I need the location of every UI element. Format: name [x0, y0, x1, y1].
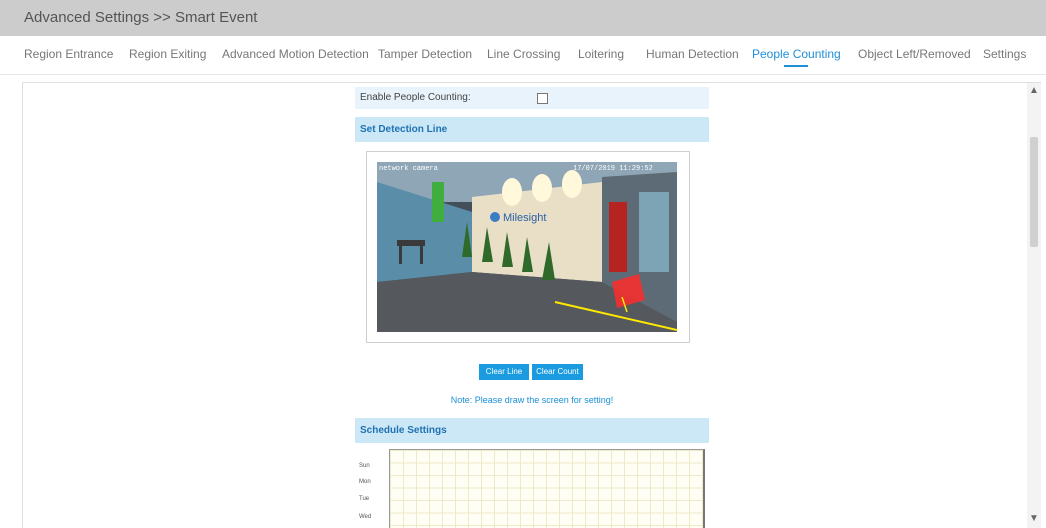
- detection-line-heading: Set Detection Line: [360, 124, 448, 135]
- scroll-down-icon[interactable]: ▼: [1029, 513, 1039, 525]
- tab-region-entrance[interactable]: Region Entrance: [24, 47, 113, 61]
- svg-text:17/07/2019 11:29:52: 17/07/2019 11:29:52: [573, 165, 653, 173]
- content-panel: Enable People Counting: Set Detection Li…: [22, 82, 1041, 528]
- svg-text:Milesight: Milesight: [503, 212, 546, 224]
- clear-count-button[interactable]: Clear Count: [532, 364, 583, 380]
- day-label: Sun: [359, 463, 370, 469]
- tab-loitering[interactable]: Loitering: [578, 47, 624, 61]
- tab-human-detection[interactable]: Human Detection: [646, 47, 739, 61]
- clear-line-button[interactable]: Clear Line: [479, 364, 529, 380]
- tab-bar: Region Entrance Region Exiting Advanced …: [0, 36, 1046, 75]
- schedule-grid[interactable]: [389, 449, 705, 528]
- tab-line-crossing[interactable]: Line Crossing: [487, 47, 560, 61]
- vertical-scrollbar[interactable]: ▲ ▼: [1027, 83, 1041, 528]
- enable-label: Enable People Counting:: [360, 92, 471, 103]
- enable-checkbox[interactable]: [537, 93, 548, 104]
- schedule-heading: Schedule Settings: [360, 425, 447, 436]
- scroll-thumb[interactable]: [1030, 137, 1038, 247]
- svg-text:network camera: network camera: [379, 165, 438, 173]
- schedule-section: Schedule Settings: [355, 418, 709, 443]
- detection-line-section: Set Detection Line: [355, 117, 709, 142]
- tab-settings[interactable]: Settings: [983, 47, 1026, 61]
- draw-note: Note: Please draw the screen for setting…: [450, 395, 614, 405]
- tab-tamper-detection[interactable]: Tamper Detection: [378, 47, 472, 61]
- day-label: Mon: [359, 479, 371, 485]
- page-title: Advanced Settings >> Smart Event: [24, 9, 258, 26]
- camera-preview[interactable]: Milesight network camera 17/07/2019 11:2…: [377, 162, 677, 332]
- schedule-grid-area: Sun Mon Tue Wed: [359, 449, 705, 528]
- title-bar: Advanced Settings >> Smart Event: [0, 0, 1046, 36]
- tab-people-counting[interactable]: People Counting: [752, 47, 841, 67]
- video-frame: Milesight network camera 17/07/2019 11:2…: [366, 151, 690, 343]
- day-label: Wed: [359, 514, 372, 520]
- scroll-up-icon[interactable]: ▲: [1029, 85, 1039, 97]
- enable-row: Enable People Counting:: [355, 87, 709, 109]
- tab-region-exiting[interactable]: Region Exiting: [129, 47, 206, 61]
- tab-advanced-motion-detection[interactable]: Advanced Motion Detection: [222, 47, 369, 61]
- day-label: Tue: [359, 496, 370, 502]
- camera-scene: Milesight network camera 17/07/2019 11:2…: [377, 162, 677, 332]
- tab-object-left-removed[interactable]: Object Left/Removed: [858, 47, 971, 61]
